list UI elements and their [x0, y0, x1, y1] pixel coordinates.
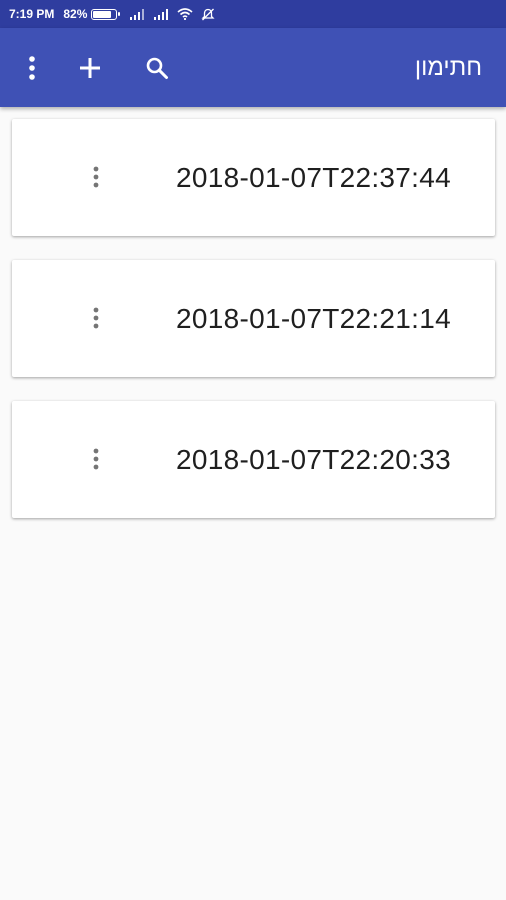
page-title: חתימון [414, 54, 482, 81]
signal-icon-2 [153, 8, 169, 20]
list-item[interactable]: 2018-01-07T22:20:33 [12, 401, 495, 518]
status-time: 7:19 PM [9, 7, 55, 21]
item-overflow-button[interactable] [80, 302, 112, 334]
item-overflow-button[interactable] [80, 161, 112, 193]
list-item[interactable]: 2018-01-07T22:21:14 [12, 260, 495, 377]
list-item-label: 2018-01-07T22:21:14 [175, 303, 451, 334]
more-vert-icon [93, 448, 99, 470]
list-item[interactable]: 2018-01-07T22:37:44 [12, 119, 495, 236]
signature-list: 2018-01-07T22:37:44 2018-01-07T22:21:14 … [12, 119, 495, 542]
app-bar: חתימון [0, 28, 506, 107]
list-item-label: 2018-01-07T22:20:33 [175, 444, 451, 475]
status-bar: 7:19 PM 82% [0, 0, 506, 28]
plus-icon [80, 57, 100, 78]
notifications-off-icon [201, 8, 215, 21]
overflow-menu-button[interactable] [8, 28, 56, 107]
battery-percent: 82% [63, 7, 88, 21]
item-overflow-button[interactable] [80, 443, 112, 475]
battery-icon [91, 8, 121, 20]
more-vert-icon [93, 166, 99, 188]
wifi-icon [177, 8, 193, 20]
search-button[interactable] [133, 28, 181, 107]
search-icon [146, 57, 168, 79]
list-item-label: 2018-01-07T22:37:44 [175, 162, 451, 193]
signal-icon [129, 8, 145, 20]
more-vert-icon [93, 307, 99, 329]
more-vert-icon [29, 55, 35, 80]
add-button[interactable] [66, 28, 114, 107]
